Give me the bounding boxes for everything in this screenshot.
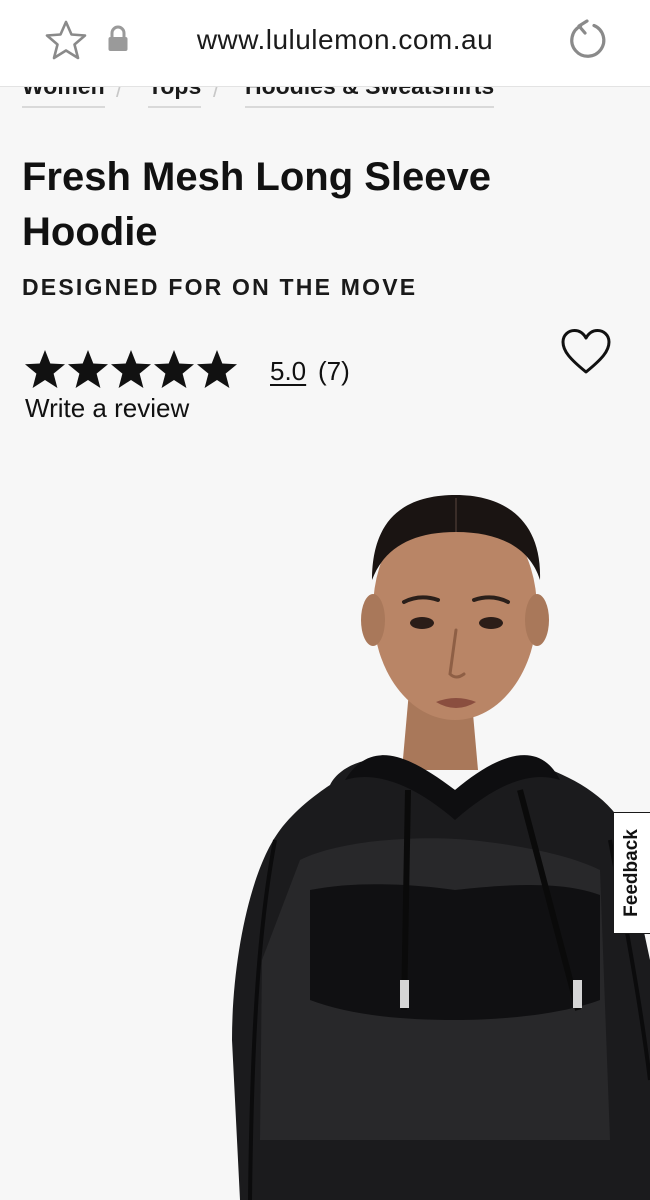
- breadcrumb-separator: /: [213, 87, 220, 102]
- star-filled-icon: [25, 350, 65, 388]
- reload-icon[interactable]: [566, 18, 610, 62]
- star-filled-icon: [111, 350, 151, 388]
- heart-outline-icon[interactable]: [560, 328, 612, 376]
- breadcrumb-separator: /: [116, 87, 123, 102]
- product-image[interactable]: [0, 440, 650, 1200]
- product-title: Fresh Mesh Long Sleeve Hoodie: [22, 155, 492, 254]
- lock-icon: [108, 25, 128, 51]
- star-filled-icon: [68, 350, 108, 388]
- breadcrumb-item-women[interactable]: Women: [22, 87, 105, 108]
- rating-stars[interactable]: [24, 348, 239, 392]
- write-review-link[interactable]: Write a review: [25, 393, 189, 424]
- feedback-label: Feedback: [621, 829, 642, 917]
- rating-value-link[interactable]: 5.0: [270, 356, 306, 387]
- rating-count: (7): [318, 356, 350, 386]
- feedback-tab[interactable]: Feedback: [613, 812, 650, 934]
- star-filled-icon: [197, 350, 237, 388]
- browser-address-bar: www.lululemon.com.au: [0, 0, 650, 87]
- star-icon[interactable]: [44, 19, 88, 61]
- product-subtitle: DESIGNED FOR ON THE MOVE: [22, 274, 418, 300]
- breadcrumb: Women / Tops / Hoodies & Sweatshirts: [0, 87, 650, 127]
- breadcrumb-item-hoodies-sweatshirts[interactable]: Hoodies & Sweatshirts: [245, 87, 495, 108]
- breadcrumb-item-tops[interactable]: Tops: [148, 87, 202, 108]
- product-photo-illustration: [232, 495, 650, 1200]
- url-field[interactable]: www.lululemon.com.au: [150, 24, 540, 56]
- star-filled-icon: [154, 350, 194, 388]
